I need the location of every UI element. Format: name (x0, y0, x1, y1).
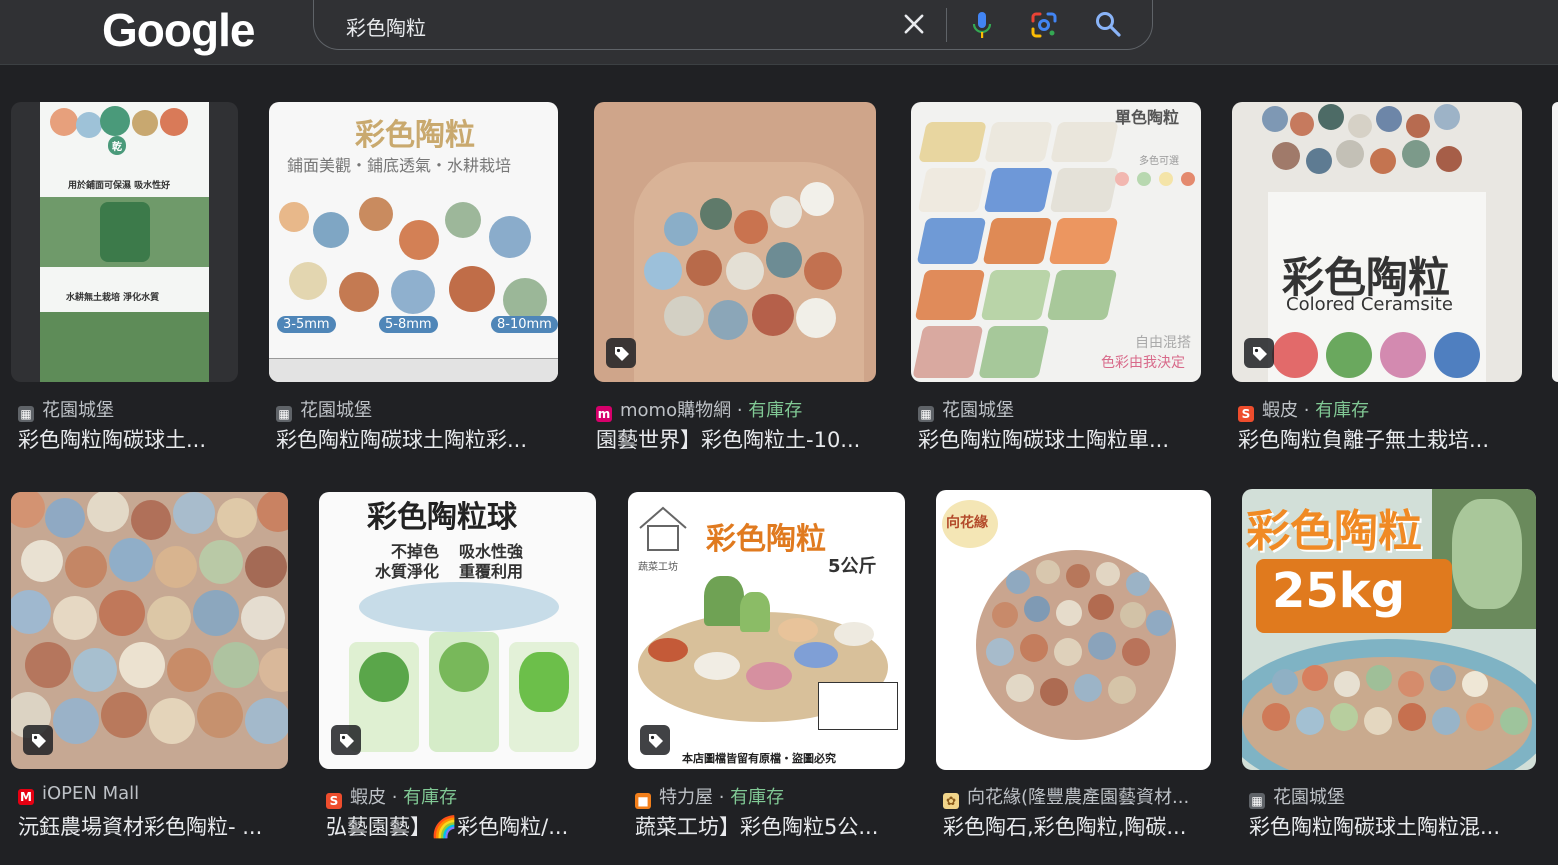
source-name: 蝦皮 (350, 787, 386, 808)
source-name: 蝦皮 (1262, 400, 1298, 421)
source-name: 特力屋 (659, 787, 713, 808)
price-tag-icon (640, 725, 670, 755)
price-tag-icon (331, 725, 361, 755)
momo-favicon-icon: m (596, 406, 612, 422)
castle-favicon-icon: ▦ (18, 406, 34, 422)
search-icon[interactable] (1094, 10, 1122, 38)
result-image[interactable]: 彩色陶粒球 不掉色 吸水性強 水質淨化 重覆利用 (319, 492, 596, 769)
shopee-favicon-icon: S (1238, 406, 1254, 422)
product-subtitle: Colored Ceramsite (1286, 294, 1453, 315)
shop-logo-text: 向花緣 (946, 515, 988, 531)
house-logo-icon (639, 506, 687, 551)
result-title[interactable]: 弘藝園藝】🌈彩色陶粒/... (326, 811, 596, 841)
search-input[interactable]: 彩色陶粒 (346, 12, 426, 41)
result-image[interactable]: 彩色陶粒 鋪面美觀・鋪底透氣・水耕栽培 3-5mm 5-8mm 8-10mm (269, 102, 558, 382)
result-source[interactable]: ▦ 花園城堡 (18, 396, 114, 422)
source-name: 花園城堡 (42, 400, 114, 421)
castle-favicon-icon: ▦ (1249, 793, 1265, 809)
search-box[interactable]: 彩色陶粒 (313, 0, 1153, 50)
result-image[interactable]: 彩色陶粒 25kg (1242, 489, 1536, 770)
result-image[interactable]: 蔬菜工坊 彩色陶粒 5公斤 本店圖檔皆留有原檔・盜圖必究 (628, 492, 905, 769)
label-text: 自由混搭 (1135, 335, 1191, 351)
result-title[interactable]: 園藝世界】彩色陶粒土-10... (596, 424, 876, 454)
result-title[interactable]: 彩色陶石,彩色陶粒,陶碳... (943, 811, 1211, 841)
result-source[interactable]: m momo購物網 · 有庫存 (596, 396, 802, 422)
weight-label: 25kg (1272, 563, 1406, 619)
product-subtitle: 鋪面美觀・鋪底透氣・水耕栽培 (287, 156, 512, 175)
label-text: 色彩由我決定 (1101, 355, 1185, 371)
top-bar: Google 彩色陶粒 (0, 0, 1558, 64)
result-title[interactable]: 蔬菜工坊】彩色陶粒5公... (635, 811, 905, 841)
result-image[interactable] (1552, 102, 1558, 382)
result-image[interactable]: 向花緣 (936, 490, 1211, 770)
search-divider (946, 8, 947, 42)
castle-favicon-icon: ▦ (918, 406, 934, 422)
result-source[interactable]: MiOPEN Mall (18, 783, 139, 805)
feature-label: 重覆利用 (459, 562, 524, 581)
source-name: iOPEN Mall (42, 783, 140, 804)
google-logo[interactable]: Google (102, 2, 255, 58)
iopen-favicon-icon: M (18, 789, 34, 805)
result-title[interactable]: 彩色陶粒陶碳球土陶粒彩... (276, 424, 556, 454)
castle-favicon-icon: ▦ (276, 406, 292, 422)
flower-favicon-icon: ✿ (943, 793, 959, 809)
product-title: 彩色陶粒 (706, 522, 826, 557)
brand-label: 蔬菜工坊 (638, 562, 678, 573)
product-title: 彩色陶粒 (1246, 506, 1422, 557)
source-name: 向花緣(隆豐農產園藝資材... (967, 787, 1190, 808)
size-label: 5-8mm (379, 316, 438, 333)
in-stock-label: 有庫存 (403, 787, 458, 808)
result-title[interactable]: 彩色陶粒負離子無土栽培... (1238, 424, 1520, 454)
in-stock-label: 有庫存 (1315, 400, 1370, 421)
result-source[interactable]: ▦ 花園城堡 (1249, 783, 1345, 809)
result-source[interactable]: ✿ 向花緣(隆豐農產園藝資材... (943, 783, 1189, 809)
feature-label: 水質淨化 (375, 562, 440, 581)
label-text: 水耕無土栽培 淨化水質 (66, 293, 160, 303)
source-name: 花園城堡 (300, 400, 372, 421)
price-tag-icon (23, 725, 53, 755)
result-image[interactable]: 彩色陶粒 Colored Ceramsite (1232, 102, 1522, 382)
result-image[interactable] (594, 102, 876, 382)
clear-icon[interactable] (900, 10, 928, 38)
result-title[interactable]: 沅鈺農場資材彩色陶粒- ... (18, 811, 290, 841)
trplus-favicon-icon: ■ (635, 793, 651, 809)
source-name: momo購物網 (620, 400, 732, 421)
in-stock-label: 有庫存 (730, 787, 785, 808)
product-title: 單色陶粒 (1115, 108, 1180, 127)
mic-icon[interactable] (970, 10, 994, 40)
label-text: 多色可選 (1139, 156, 1179, 167)
product-title: 彩色陶粒 (355, 118, 475, 153)
label-text: 用於鋪面可保濕 吸水性好 (68, 181, 171, 191)
price-tag-icon (1244, 338, 1274, 368)
shopee-favicon-icon: S (326, 793, 342, 809)
result-image[interactable]: 單色陶粒 多色可選 自由混搭 色彩由我決定 (911, 102, 1201, 382)
watermark-label: 本店圖檔皆留有原檔・盜圖必究 (682, 752, 836, 765)
result-title[interactable]: 彩色陶粒陶碳球土陶粒單... (918, 424, 1200, 454)
result-source[interactable]: ■ 特力屋 · 有庫存 (635, 783, 784, 809)
result-source[interactable]: ▦ 花園城堡 (276, 396, 372, 422)
result-image[interactable] (11, 492, 288, 769)
result-source[interactable]: S 蝦皮 · 有庫存 (1238, 396, 1369, 422)
source-name: 花園城堡 (942, 400, 1014, 421)
source-name: 花園城堡 (1273, 787, 1345, 808)
product-title: 彩色陶粒球 (367, 500, 517, 535)
in-stock-label: 有庫存 (748, 400, 803, 421)
label-dry: 乾 (108, 136, 126, 155)
weight-label: 5公斤 (828, 556, 877, 577)
size-label: 3-5mm (277, 316, 336, 333)
result-title[interactable]: 彩色陶粒陶碳球土陶粒混... (1249, 811, 1539, 841)
result-image[interactable]: 乾 用於鋪面可保濕 吸水性好 水耕無土栽培 淨化水質 (11, 102, 238, 382)
result-source[interactable]: ▦ 花園城堡 (918, 396, 1014, 422)
camera-lens-icon[interactable] (1030, 11, 1058, 39)
price-tag-icon (606, 338, 636, 368)
result-title[interactable]: 彩色陶粒陶碳球土... (18, 424, 238, 454)
size-label: 8-10mm (491, 316, 558, 333)
result-source[interactable]: S 蝦皮 · 有庫存 (326, 783, 457, 809)
